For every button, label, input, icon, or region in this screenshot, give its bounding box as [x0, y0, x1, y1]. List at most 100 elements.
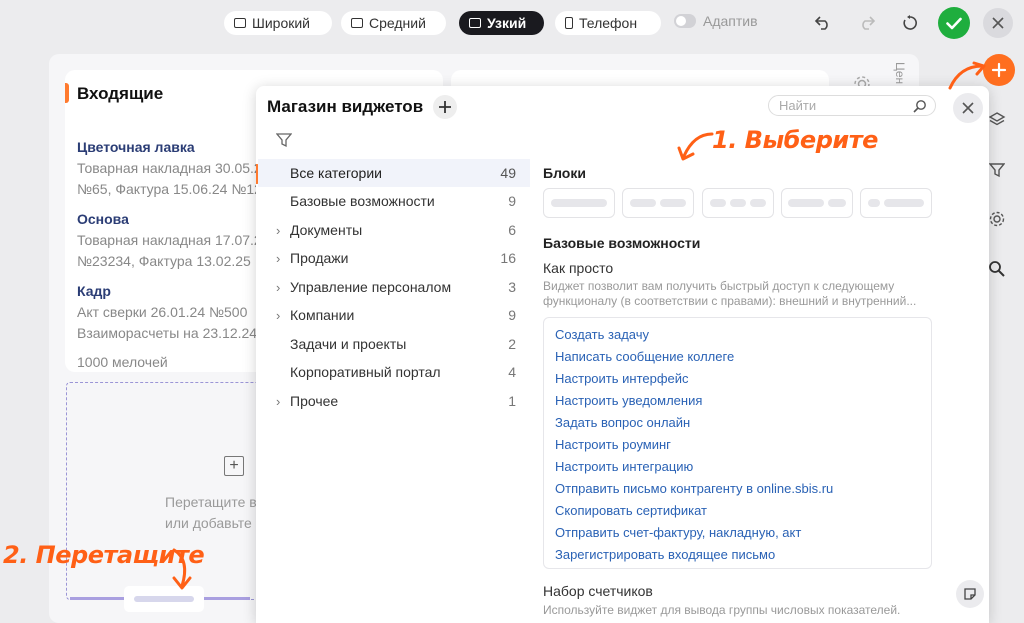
search-icon — [913, 99, 926, 113]
block-tile[interactable] — [781, 188, 853, 218]
category-filter-icon[interactable] — [275, 132, 293, 153]
category-label: Корпоративный портал — [290, 364, 441, 380]
category-item[interactable]: › Продажи 16 — [258, 244, 530, 272]
plus-icon — [439, 101, 451, 113]
category-count: 1 — [508, 393, 516, 409]
widget-preview[interactable]: Создать задачу Написать сообщение коллег… — [543, 317, 932, 569]
panel-add-button[interactable] — [433, 95, 457, 119]
view-narrow-button[interactable]: Узкий — [459, 11, 544, 35]
category-item[interactable]: Корпоративный портал 4 — [258, 358, 530, 386]
widget-title: Как просто — [543, 260, 614, 276]
category-label: Управление персоналом — [290, 279, 452, 295]
quick-link[interactable]: Задать вопрос онлайн — [555, 415, 690, 430]
category-item[interactable]: › Управление персоналом 3 — [258, 273, 530, 301]
add-widget-icon[interactable]: + — [224, 456, 244, 476]
inbox-entry[interactable]: Основа Товарная накладная 17.07.24 №2323… — [77, 209, 270, 272]
category-label: Компании — [290, 307, 355, 323]
chevron-right-icon[interactable]: › — [276, 280, 280, 295]
block-placeholder — [828, 199, 846, 207]
toggle-switch[interactable] — [674, 14, 696, 28]
quick-link[interactable]: Настроить роуминг — [555, 437, 671, 452]
quick-link[interactable]: Настроить интерфейс — [555, 371, 689, 386]
chevron-right-icon[interactable]: › — [276, 251, 280, 266]
entry-name: Основа — [77, 211, 129, 227]
category-label: Базовые возможности — [290, 193, 435, 209]
note-icon[interactable] — [956, 580, 984, 608]
inbox-title: Входящие — [77, 84, 164, 103]
entry-detail: Акт сверки 26.01.24 №500 — [77, 304, 248, 320]
redo-icon[interactable] — [855, 11, 879, 35]
category-item[interactable]: Базовые возможности 9 — [258, 187, 530, 215]
widget-description: Виджет позволит вам получить быстрый дос… — [543, 279, 937, 309]
block-tile[interactable] — [543, 188, 615, 218]
category-count: 4 — [508, 364, 516, 380]
block-placeholder — [868, 199, 880, 207]
inbox-more-text: 1000 мелочей — [77, 354, 168, 370]
category-item[interactable]: › Документы 6 — [258, 216, 530, 244]
quick-link[interactable]: Создать задачу — [555, 327, 649, 342]
entry-detail: №23234, Фактура 13.02.25 — [77, 253, 251, 269]
widget-description: Используйте виджет для вывода группы чис… — [543, 603, 901, 617]
panel-title: Магазин виджетов — [267, 97, 424, 116]
quick-link[interactable]: Отправить счет-фактуру, накладную, акт — [555, 525, 801, 540]
quick-link[interactable]: Написать сообщение коллеге — [555, 349, 734, 364]
category-item[interactable]: › Компании 9 — [258, 301, 530, 329]
search-input[interactable] — [779, 98, 913, 113]
chevron-right-icon[interactable]: › — [276, 394, 280, 409]
quick-link[interactable]: Отправить письмо контрагенту в online.sb… — [555, 481, 833, 496]
category-label: Все категории — [290, 165, 382, 181]
base-features-heading: Базовые возможности — [543, 235, 701, 251]
category-label: Продажи — [290, 250, 349, 266]
confirm-button[interactable] — [938, 7, 970, 39]
quick-link[interactable]: Настроить интеграцию — [555, 459, 693, 474]
block-tile[interactable] — [860, 188, 932, 218]
widget-accent-marker — [65, 83, 69, 103]
entry-detail: Товарная накладная 17.07.24 — [77, 232, 270, 248]
tablet-icon — [469, 18, 481, 28]
entry-detail: Взаиморасчеты на 23.12.24 — [77, 325, 258, 341]
entry-name: Кадр — [77, 283, 111, 299]
block-placeholder — [710, 199, 726, 207]
category-item[interactable]: Задачи и проекты 2 — [258, 330, 530, 358]
undo-icon[interactable] — [811, 11, 835, 35]
quick-link[interactable]: Зарегистрировать входящее письмо — [555, 547, 775, 562]
quick-link[interactable]: Скопировать сертификат — [555, 503, 707, 518]
category-item[interactable]: Все категории 49 — [258, 159, 530, 187]
category-count: 3 — [508, 279, 516, 295]
chevron-right-icon[interactable]: › — [276, 308, 280, 323]
drop-zone-hint-line1: Перетащите виджет — [165, 494, 265, 510]
adaptive-toggle[interactable]: Адаптив — [674, 13, 758, 29]
blocks-heading: Блоки — [543, 165, 586, 181]
block-placeholder — [750, 199, 766, 207]
widget-description-line: функционалу (в соответствии с правами): … — [543, 294, 917, 308]
block-tile[interactable] — [622, 188, 694, 218]
category-count: 9 — [508, 193, 516, 209]
block-tile[interactable] — [702, 188, 774, 218]
close-icon — [962, 102, 974, 114]
annotation-step1: 1. Выберите — [712, 126, 878, 154]
drop-zone-hint-line2: или добавьте его — [165, 515, 265, 531]
view-medium-label: Средний — [369, 15, 426, 31]
view-medium-button[interactable]: Средний — [341, 11, 446, 35]
adaptive-label: Адаптив — [703, 13, 758, 29]
category-item[interactable]: › Прочее 1 — [258, 387, 530, 415]
inbox-entry[interactable]: Кадр Акт сверки 26.01.24 №500 Взаиморасч… — [77, 281, 257, 344]
close-editor-button[interactable] — [983, 8, 1013, 38]
arrow-icon — [172, 548, 192, 590]
category-count: 16 — [500, 250, 516, 266]
panel-close-button[interactable] — [953, 93, 983, 123]
drag-handle-bar — [134, 596, 194, 602]
category-label: Задачи и проекты — [290, 336, 407, 352]
reset-icon[interactable] — [898, 11, 922, 35]
search-box[interactable] — [768, 95, 936, 116]
quick-link[interactable]: Настроить уведомления — [555, 393, 702, 408]
view-wide-button[interactable]: Широкий — [224, 11, 332, 35]
category-count: 6 — [508, 222, 516, 238]
plus-icon — [991, 62, 1007, 78]
drop-zone-hint: Перетащите виджет или добавьте его — [165, 492, 265, 534]
chevron-right-icon[interactable]: › — [276, 223, 280, 238]
widget-title: Набор счетчиков — [543, 583, 653, 599]
block-placeholder — [884, 199, 924, 207]
category-count: 49 — [500, 165, 516, 181]
view-phone-button[interactable]: Телефон — [555, 11, 661, 35]
